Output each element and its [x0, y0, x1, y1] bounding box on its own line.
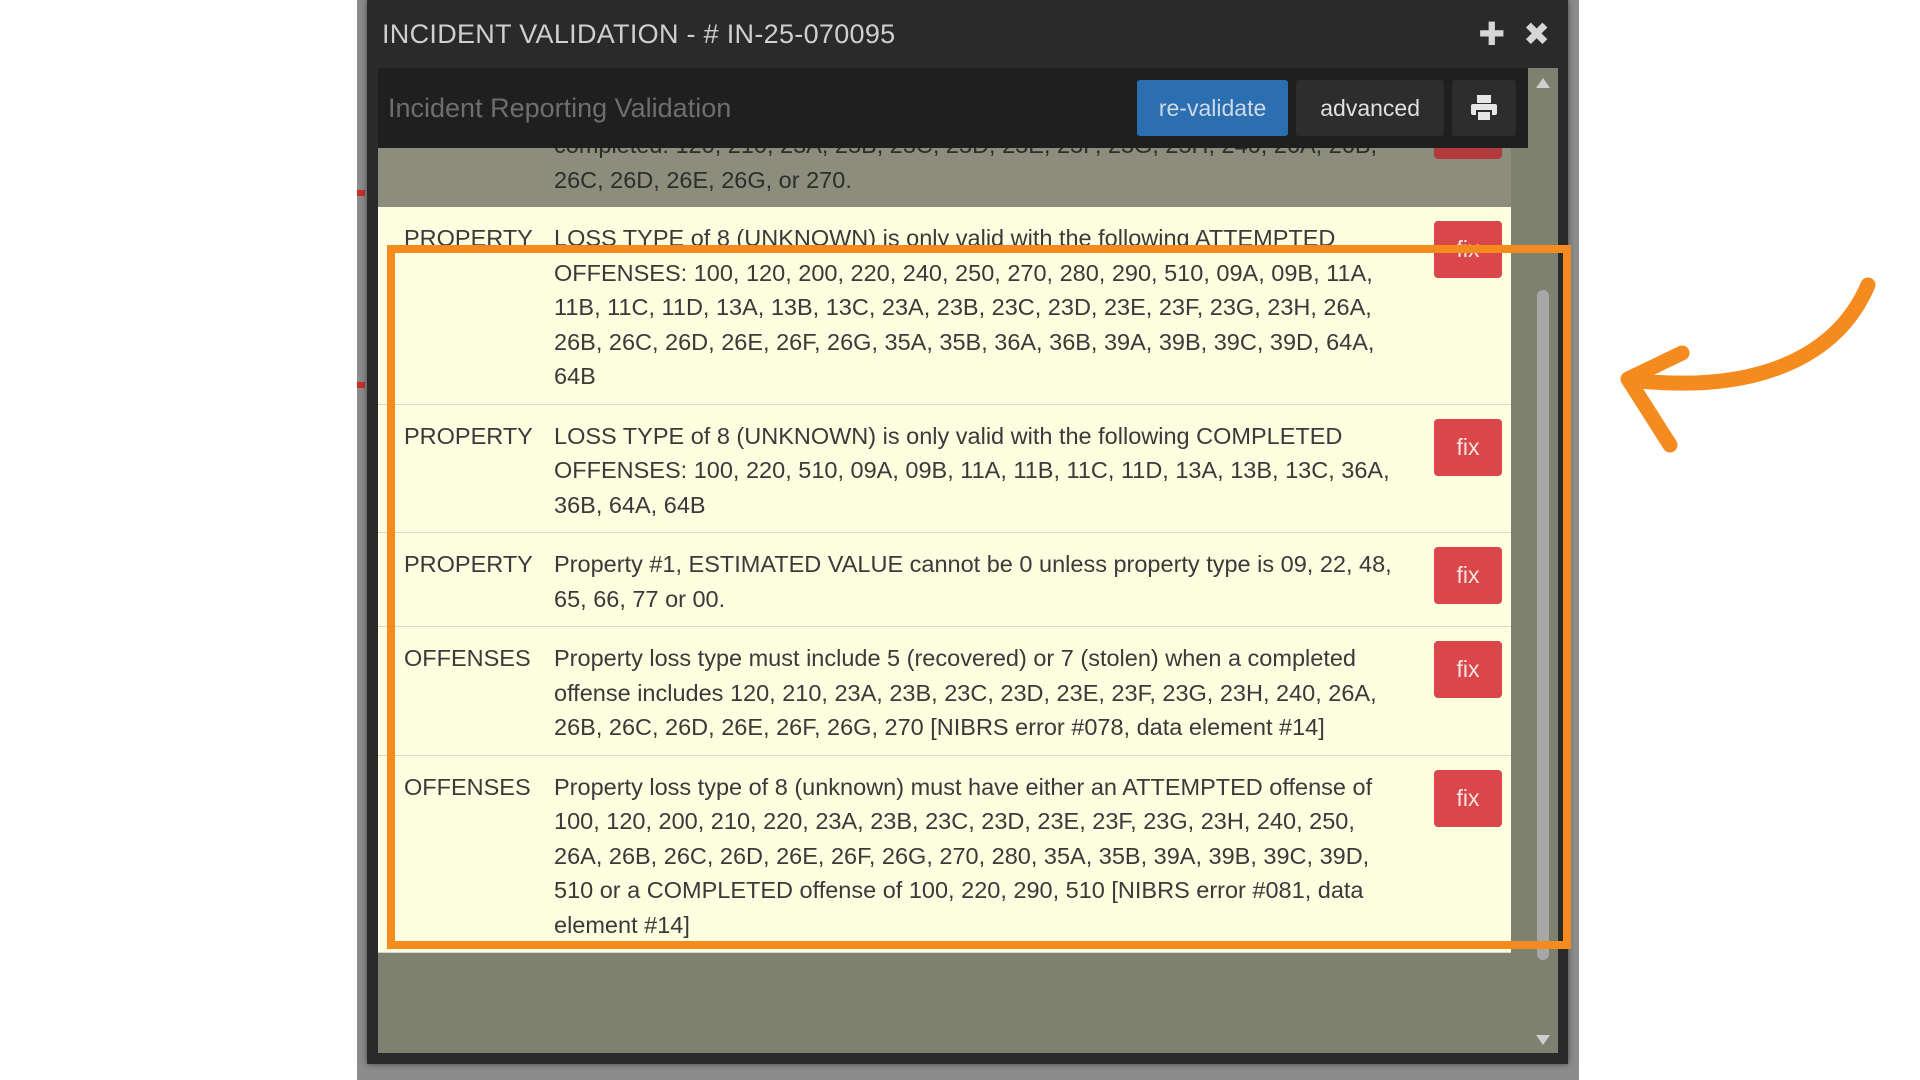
- fix-button[interactable]: fix: [1434, 769, 1502, 827]
- table-row: PROPERTY LOSS TYPE of 8 (UNKNOWN) is onl…: [378, 207, 1511, 405]
- print-button[interactable]: [1452, 80, 1516, 136]
- curved-arrow-icon: [1620, 277, 1876, 453]
- row-category: PROPERTY: [404, 225, 533, 251]
- advanced-button[interactable]: advanced: [1296, 80, 1444, 136]
- scroll-thumb[interactable]: [1537, 290, 1549, 960]
- fix-button[interactable]: fix: [1434, 641, 1502, 698]
- row-message: Property #1, ESTIMATED VALUE cannot be 0…: [554, 551, 1392, 612]
- modal-header: INCIDENT VALIDATION - # IN-25-070095 ✚ ✖: [367, 0, 1568, 68]
- row-category: OFFENSES: [404, 773, 531, 800]
- scroll-down-arrow-icon[interactable]: [1536, 1035, 1550, 1045]
- printer-icon: [1471, 95, 1497, 122]
- row-category: PROPERTY: [404, 422, 533, 449]
- background-accent: [357, 190, 365, 196]
- fix-button[interactable]: fix: [1434, 221, 1502, 278]
- row-message: Property loss type must include 5 (recov…: [554, 645, 1377, 740]
- modal-title: INCIDENT VALIDATION - # IN-25-070095: [382, 18, 896, 49]
- row-category: OFFENSES: [404, 645, 531, 671]
- table-row: OFFENSES Property loss type of 8 (unknow…: [378, 755, 1511, 953]
- modal-body: completed: 120, 210, 23A, 23B, 23C, 23D,…: [378, 68, 1558, 1053]
- table-row: PROPERTY LOSS TYPE of 8 (UNKNOWN) is onl…: [378, 404, 1511, 533]
- row-message: LOSS TYPE of 8 (UNKNOWN) is only valid w…: [554, 225, 1375, 389]
- validation-toolbar: Incident Reporting Validation re-validat…: [378, 68, 1528, 148]
- fix-button[interactable]: fix: [1434, 547, 1502, 604]
- table-row: PROPERTY Property #1, ESTIMATED VALUE ca…: [378, 533, 1511, 627]
- scrollbar[interactable]: [1528, 68, 1558, 1053]
- row-message: LOSS TYPE of 8 (UNKNOWN) is only valid w…: [554, 422, 1390, 518]
- plus-icon[interactable]: ✚: [1478, 18, 1505, 50]
- row-category: PROPERTY: [404, 551, 533, 577]
- background-accent: [357, 382, 365, 388]
- fix-button[interactable]: fix: [1434, 418, 1502, 476]
- revalidate-button[interactable]: re-validate: [1136, 80, 1289, 136]
- close-icon[interactable]: ✖: [1523, 18, 1550, 50]
- incident-validation-modal: INCIDENT VALIDATION - # IN-25-070095 ✚ ✖…: [367, 0, 1568, 1064]
- row-message: Property loss type of 8 (unknown) must h…: [554, 773, 1373, 938]
- scroll-up-arrow-icon[interactable]: [1536, 78, 1550, 88]
- toolbar-title: Incident Reporting Validation: [388, 92, 732, 123]
- header-icons: ✚ ✖: [1478, 18, 1550, 50]
- validation-list: completed: 120, 210, 23A, 23B, 23C, 23D,…: [378, 102, 1528, 953]
- table-row: OFFENSES Property loss type must include…: [378, 627, 1511, 756]
